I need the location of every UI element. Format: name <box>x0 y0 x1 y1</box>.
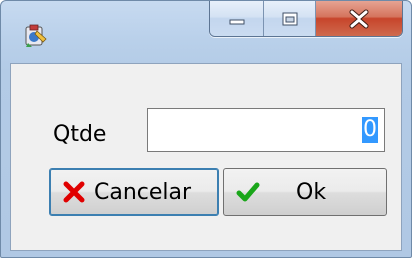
dialog-body: Qtde 0 Cancelar Ok <box>10 63 402 251</box>
qtde-input[interactable]: 0 <box>147 108 385 152</box>
maximize-icon <box>282 12 297 25</box>
maximize-button[interactable] <box>264 1 316 36</box>
green-check-icon <box>236 182 260 202</box>
qtde-label: Qtde <box>53 122 107 147</box>
minimize-icon <box>229 19 244 24</box>
ok-button[interactable]: Ok <box>223 168 387 216</box>
app-icon <box>25 24 47 47</box>
ok-label: Ok <box>296 179 327 205</box>
cancel-button[interactable]: Cancelar <box>49 168 219 216</box>
qtde-value: 0 <box>362 117 378 143</box>
close-icon <box>349 9 369 28</box>
red-x-icon <box>63 181 85 203</box>
caption-buttons <box>209 1 403 37</box>
dialog-window: Qtde 0 Cancelar Ok <box>0 0 412 258</box>
close-button[interactable] <box>316 1 402 36</box>
title-bar[interactable] <box>1 1 411 63</box>
minimize-button[interactable] <box>210 1 264 36</box>
cancel-label: Cancelar <box>94 179 192 205</box>
